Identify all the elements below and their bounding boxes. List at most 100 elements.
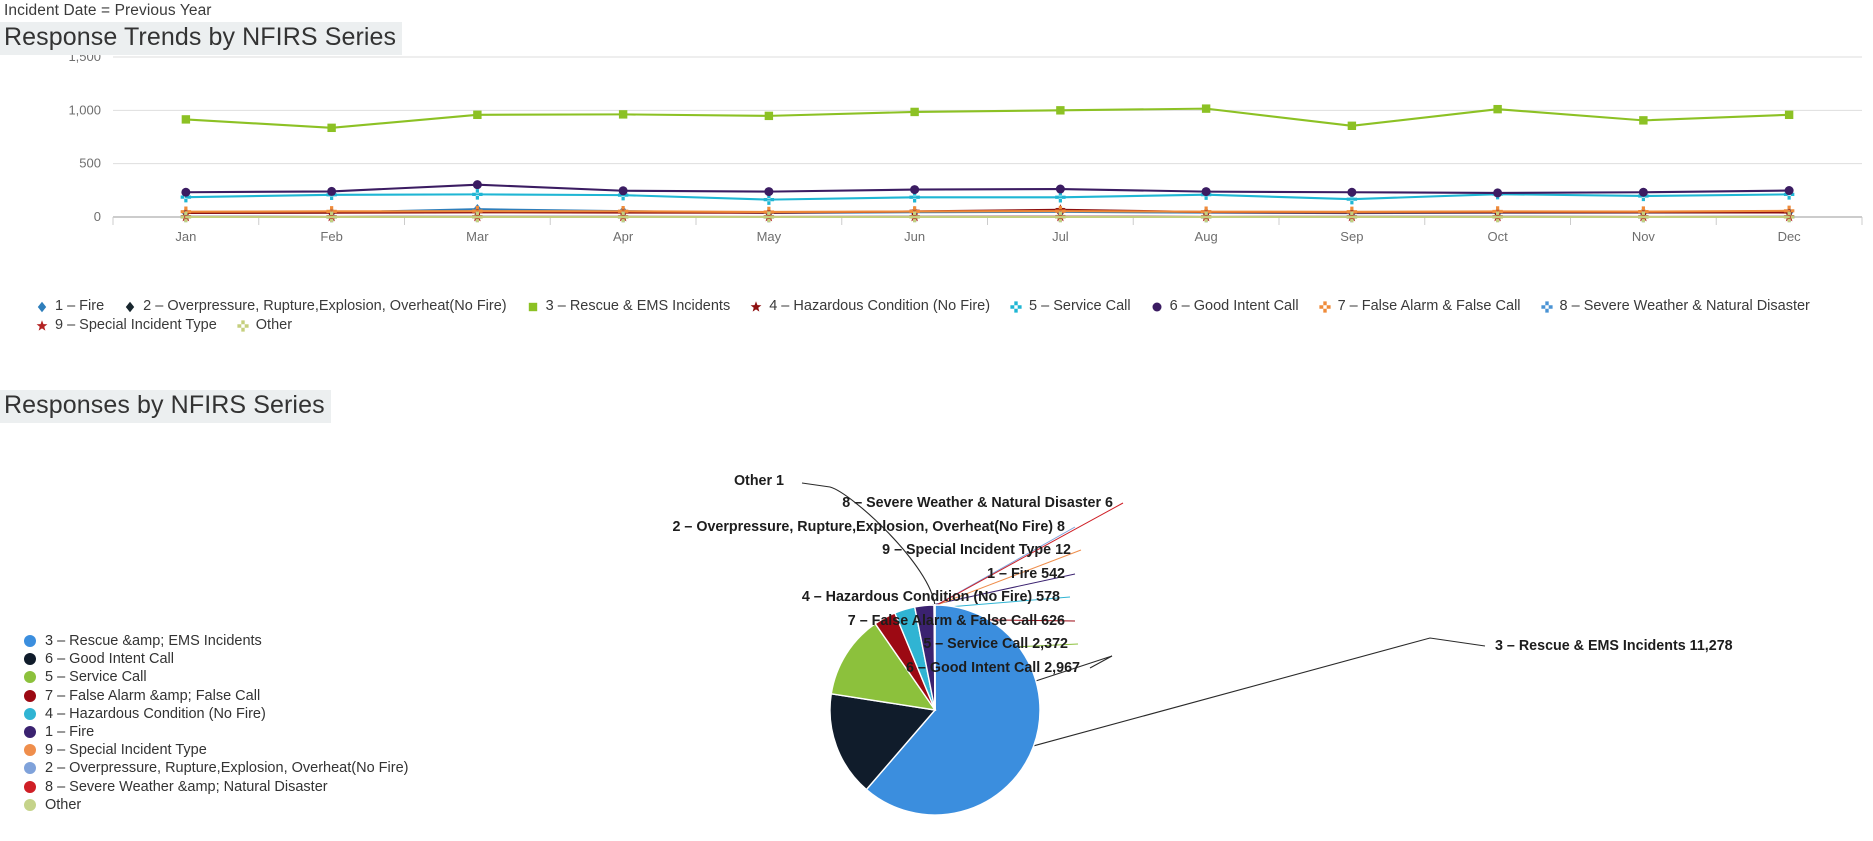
data-point-marker[interactable]: [327, 186, 337, 196]
pie-legend-item[interactable]: 5 – Service Call: [24, 668, 408, 686]
pie-legend-label: 9 – Special Incident Type: [45, 742, 207, 759]
data-point-marker[interactable]: [1493, 188, 1503, 198]
line-legend-item[interactable]: 1 – Fire: [34, 297, 104, 316]
pie-legend-label: 6 – Good Intent Call: [45, 651, 174, 668]
legend-marker-icon: [1149, 300, 1165, 314]
line-legend-label: 8 – Severe Weather & Natural Disaster: [1559, 298, 1810, 314]
pie-callout-label: 5 – Service Call 2,372: [923, 636, 1068, 652]
data-point-marker[interactable]: [910, 185, 920, 195]
line-legend-label: 4 – Hazardous Condition (No Fire): [769, 298, 991, 314]
pie-callout-label: 1 – Fire 542: [987, 566, 1065, 582]
data-point-marker[interactable]: [764, 111, 774, 121]
data-point-marker[interactable]: [1638, 187, 1648, 197]
data-point-marker[interactable]: [181, 115, 191, 124]
pie-legend-label: 5 – Service Call: [45, 669, 147, 686]
x-axis-tick: Apr: [613, 229, 634, 244]
responses-title-container: Responses by NFIRS Series: [0, 390, 331, 423]
line-chart-legend[interactable]: 1 – Fire 2 – Overpressure, Rupture,Explos…: [34, 297, 1873, 335]
data-point-marker[interactable]: [1347, 121, 1357, 130]
pie-callout-label: 4 – Hazardous Condition (No Fire) 578: [802, 589, 1060, 605]
pie-legend-label: 4 – Hazardous Condition (No Fire): [45, 705, 266, 722]
legend-marker-icon: [235, 319, 251, 333]
data-point-marker[interactable]: [327, 123, 336, 133]
trends-title-container: Response Trends by NFIRS Series: [0, 22, 403, 55]
data-point-marker[interactable]: [764, 187, 774, 197]
x-axis-tick: Aug: [1195, 229, 1218, 244]
x-axis-tick: Jul: [1052, 229, 1069, 244]
legend-marker-icon: [34, 300, 50, 314]
filter-label: Incident Date = Previous Year: [4, 2, 212, 19]
x-axis-tick: Jan: [175, 229, 196, 244]
line-series[interactable]: [181, 104, 1794, 133]
data-point-marker[interactable]: [1347, 187, 1357, 197]
line-legend-label: Other: [255, 317, 293, 333]
line-legend-label: 9 – Special Incident Type: [55, 317, 217, 333]
data-point-marker[interactable]: [1493, 104, 1502, 114]
pie-legend-label: 3 – Rescue &amp; EMS Incidents: [45, 633, 262, 649]
data-point-marker[interactable]: [1784, 186, 1794, 196]
line-series[interactable]: [180, 188, 1795, 205]
data-point-marker[interactable]: [181, 187, 191, 197]
pie-legend-label: 1 – Fire: [45, 723, 95, 740]
pie-callout-label: 3 – Rescue & EMS Incidents 11,278: [1495, 638, 1733, 654]
data-point-marker[interactable]: [472, 180, 482, 190]
data-point-marker[interactable]: [1056, 106, 1065, 115]
pie-callout-label: 8 – Severe Weather & Natural Disaster 6: [842, 495, 1113, 511]
line-legend-item[interactable]: 3 – Rescue & EMS Incidents: [525, 297, 730, 316]
line-legend-item[interactable]: 9 – Special Incident Type: [34, 316, 217, 335]
x-axis-tick: May: [757, 229, 782, 244]
data-point-marker[interactable]: [473, 110, 482, 120]
pie-callout-label: 7 – False Alarm & False Call 626: [848, 613, 1065, 629]
line-legend-item[interactable]: 8 – Severe Weather & Natural Disaster: [1539, 297, 1810, 316]
pie-legend-item[interactable]: 7 – False Alarm &amp; False Call: [24, 687, 408, 705]
line-legend-item[interactable]: 4 – Hazardous Condition (No Fire): [748, 297, 990, 316]
pie-legend-color-swatch: [24, 762, 36, 775]
line-chart-y-axis-labels: 0 500 1,000 1,500: [68, 55, 101, 224]
line-legend-item[interactable]: 6 – Good Intent Call: [1149, 297, 1299, 316]
response-trends-title: Response Trends by NFIRS Series: [0, 22, 403, 55]
pie-legend-item[interactable]: 4 – Hazardous Condition (No Fire): [24, 705, 408, 723]
pie-legend-color-swatch: [24, 689, 36, 702]
pie-legend-label: 2 – Overpressure, Rupture,Explosion, Ove…: [45, 760, 409, 777]
pie-legend-item[interactable]: 1 – Fire: [24, 723, 408, 741]
legend-marker-icon: [748, 300, 764, 314]
line-series[interactable]: [180, 205, 1795, 218]
legend-marker-icon: [1317, 300, 1333, 314]
line-legend-label: 5 – Service Call: [1029, 298, 1131, 314]
line-chart-x-axis-labels: Jan Feb Mar Apr May Jun Jul Aug Sep Oct Nov Dec: [175, 229, 1801, 244]
data-point-marker[interactable]: [1784, 110, 1794, 120]
line-legend-item[interactable]: 5 – Service Call: [1008, 297, 1131, 316]
pie-legend-item[interactable]: 9 – Special Incident Type: [24, 741, 408, 759]
pie-chart-legend[interactable]: 3 – Rescue &amp; EMS Incidents 6 – Good I…: [24, 632, 408, 814]
line-legend-label: 7 – False Alarm & False Call: [1337, 298, 1521, 314]
pie-callout-label: 6 – Good Intent Call 2,967: [906, 660, 1080, 676]
legend-marker-icon: [34, 319, 50, 333]
data-point-marker[interactable]: [618, 186, 628, 196]
data-point-marker[interactable]: [910, 107, 919, 117]
responses-by-series-title: Responses by NFIRS Series: [0, 390, 331, 423]
pie-legend-color-swatch: [24, 635, 36, 648]
responses-pie-chart[interactable]: 3 – Rescue & EMS Incidents 11,278 6 – Goo…: [400, 473, 1733, 841]
pie-legend-item[interactable]: 6 – Good Intent Call: [24, 650, 408, 668]
data-point-marker[interactable]: [618, 110, 628, 119]
data-point-marker[interactable]: [1639, 116, 1648, 125]
pie-legend-item[interactable]: Other: [24, 796, 408, 814]
data-point-marker[interactable]: [1201, 104, 1211, 113]
pie-callout-labels: 3 – Rescue & EMS Incidents 11,278 6 – Goo…: [673, 473, 1733, 676]
line-legend-item[interactable]: 7 – False Alarm & False Call: [1317, 297, 1521, 316]
line-legend-label: 1 – Fire: [55, 298, 105, 314]
line-legend-label: 6 – Good Intent Call: [1169, 298, 1299, 314]
x-axis-tick: Dec: [1778, 229, 1802, 244]
pie-legend-color-swatch: [24, 780, 36, 793]
pie-callout-label: Other 1: [734, 473, 784, 489]
response-trends-line-chart[interactable]: 0 500 1,000 1,500 Jan Feb Mar Apr May Jun Jul Aug S…: [0, 55, 1873, 285]
line-legend-item[interactable]: 2 – Overpressure, Rupture,Explosion, Ove…: [122, 297, 507, 316]
pie-callout-label: 9 – Special Incident Type 12: [882, 542, 1071, 558]
line-legend-item[interactable]: Other: [235, 316, 292, 335]
pie-legend-item[interactable]: 2 – Overpressure, Rupture,Explosion, Ove…: [24, 759, 408, 777]
pie-legend-item[interactable]: 3 – Rescue &amp; EMS Incidents: [24, 632, 408, 650]
pie-legend-item[interactable]: 8 – Severe Weather &amp; Natural Disaste…: [24, 778, 408, 796]
pie-legend-label: 7 – False Alarm &amp; False Call: [45, 687, 261, 704]
data-point-marker[interactable]: [1201, 187, 1211, 197]
data-point-marker[interactable]: [1055, 184, 1065, 194]
